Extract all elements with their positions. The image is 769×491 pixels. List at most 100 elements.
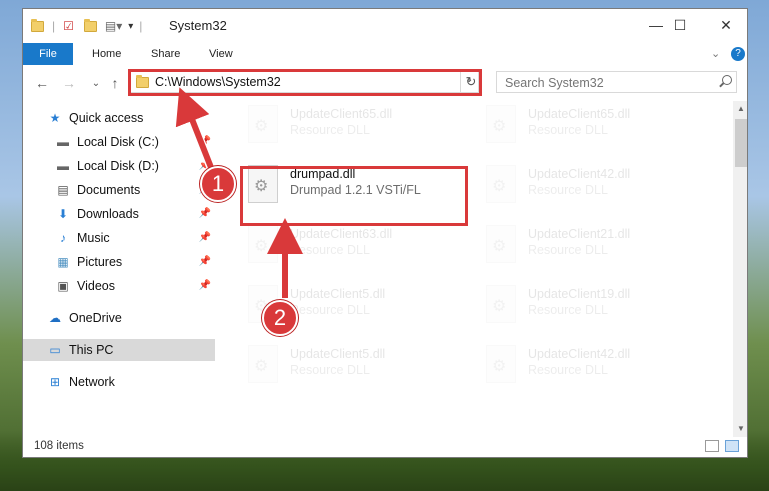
recent-locations-button[interactable]: ⌄ — [86, 73, 106, 93]
tab-file[interactable]: File — [23, 43, 73, 65]
file-name: UpdateClient19.dll — [528, 287, 631, 301]
details-view-icon[interactable] — [705, 440, 719, 452]
up-button[interactable]: ↑ — [105, 73, 125, 93]
sidebar-item-label: Local Disk (C:) — [77, 135, 159, 149]
quick-access-toolbar: | ☑ ▤▾ ▾ | — [31, 17, 142, 35]
sidebar-item-pictures[interactable]: ▦ Pictures 📌 — [23, 251, 215, 273]
sidebar-item-label: Documents — [77, 183, 141, 197]
sidebar-item-onedrive[interactable]: ☁ OneDrive — [23, 307, 215, 329]
search-input[interactable] — [503, 73, 707, 93]
dll-file-icon — [486, 345, 516, 383]
star-icon: ★ — [49, 111, 61, 125]
tab-view[interactable]: View — [209, 43, 233, 65]
scroll-down-icon[interactable]: ▼ — [733, 421, 747, 437]
scroll-up-icon[interactable]: ▲ — [733, 101, 747, 117]
file-description: Resource DLL — [528, 183, 608, 197]
sidebar-item-music[interactable]: ♪ Music 📌 — [23, 227, 215, 249]
help-icon[interactable]: ? — [731, 47, 745, 61]
sidebar-item-documents[interactable]: ▤ Documents 📌 — [23, 179, 215, 201]
tab-share[interactable]: Share — [151, 43, 180, 65]
sidebar-item-downloads[interactable]: ⬇ Downloads 📌 — [23, 203, 215, 225]
status-bar: 108 items — [23, 437, 747, 457]
dll-file-icon — [248, 345, 278, 383]
file-item[interactable]: UpdateClient42.dll Resource DLL — [480, 341, 700, 391]
sidebar-item-network[interactable]: ⊞ Network — [23, 371, 215, 393]
vertical-scrollbar[interactable]: ▲ ▼ — [733, 101, 747, 437]
ribbon-tabs: File Home Share View ⌄ ? — [23, 43, 747, 65]
videos-icon: ▣ — [57, 279, 69, 293]
documents-icon: ▤ — [57, 183, 69, 197]
sidebar-item-label: Music — [77, 231, 110, 245]
toolbar-separator-2: | — [139, 19, 143, 33]
tab-home[interactable]: Home — [92, 43, 121, 65]
dll-file-icon — [486, 165, 516, 203]
computer-icon: ▭ — [49, 343, 61, 357]
address-bar-highlight — [128, 69, 482, 96]
file-highlight — [240, 166, 468, 226]
dll-file-icon — [486, 285, 516, 323]
sidebar-item-label: This PC — [69, 343, 114, 357]
pictures-icon: ▦ — [57, 255, 69, 269]
title-bar: | ☑ ▤▾ ▾ | System32 — ☐ ✕ — [23, 9, 747, 43]
sidebar-item-label: Pictures — [77, 255, 123, 269]
file-name: UpdateClient63.dll — [290, 227, 393, 241]
file-item[interactable]: UpdateClient19.dll Resource DLL — [480, 281, 700, 331]
back-button[interactable]: ← — [32, 73, 52, 93]
sidebar-item-label: Network — [69, 375, 115, 389]
folder-icon — [31, 18, 44, 32]
file-description: Resource DLL — [290, 123, 370, 137]
sidebar-item-videos[interactable]: ▣ Videos 📌 — [23, 275, 215, 297]
tiles-view-icon[interactable] — [725, 440, 739, 452]
window-title: System32 — [169, 18, 227, 33]
file-description: Resource DLL — [290, 363, 370, 377]
file-item[interactable]: UpdateClient63.dll Resource DLL — [242, 221, 462, 271]
drive-icon: ▬ — [57, 159, 69, 173]
file-list: UpdateClient65.dll Resource DLL UpdateCl… — [238, 101, 732, 437]
search-icon[interactable] — [722, 75, 732, 85]
file-description: Resource DLL — [528, 303, 608, 317]
file-item[interactable]: UpdateClient65.dll Resource DLL — [242, 101, 462, 151]
properties-icon[interactable]: ☑ — [63, 19, 74, 33]
sidebar-item-label: Downloads — [77, 207, 139, 221]
dll-file-icon — [486, 105, 516, 143]
dll-file-icon — [248, 225, 278, 263]
network-icon: ⊞ — [49, 375, 61, 389]
pin-icon: 📌 — [198, 256, 211, 267]
sidebar-item-local-disk-c[interactable]: ▬ Local Disk (C:) 📌 — [23, 131, 215, 153]
scrollbar-thumb[interactable] — [735, 119, 747, 167]
sidebar-item-local-disk-d[interactable]: ▬ Local Disk (D:) 📌 — [23, 155, 215, 177]
file-name: UpdateClient42.dll — [528, 347, 631, 361]
sidebar-item-this-pc[interactable]: ▭ This PC — [23, 339, 215, 361]
dll-file-icon — [486, 225, 516, 263]
file-item[interactable]: UpdateClient65.dll Resource DLL — [480, 101, 700, 151]
expand-ribbon-icon[interactable]: ⌄ — [711, 43, 720, 65]
sidebar-item-label: Quick access — [69, 111, 144, 125]
file-item[interactable]: UpdateClient21.dll Resource DLL — [480, 221, 700, 271]
file-item[interactable]: UpdateClient5.dll Resource DLL — [242, 341, 462, 391]
pin-icon: 📌 — [198, 136, 211, 147]
customize-toolbar-icon[interactable]: ▤▾ — [105, 19, 122, 33]
close-button[interactable]: ✕ — [703, 9, 747, 41]
search-box[interactable] — [496, 71, 737, 93]
file-description: Resource DLL — [528, 123, 608, 137]
file-description: Resource DLL — [528, 243, 608, 257]
file-name: UpdateClient5.dll — [290, 347, 386, 361]
sidebar-item-quick-access[interactable]: ★ Quick access — [23, 107, 215, 129]
new-folder-icon[interactable] — [83, 18, 97, 32]
file-item[interactable]: UpdateClient42.dll Resource DLL — [480, 161, 700, 211]
drive-icon: ▬ — [57, 135, 69, 149]
maximize-button[interactable]: ☐ — [657, 9, 703, 41]
sidebar-item-label: OneDrive — [69, 311, 122, 325]
toolbar-dropdown-icon[interactable]: ▾ — [128, 21, 133, 32]
item-count: 108 items — [34, 440, 84, 452]
forward-button[interactable]: → — [59, 73, 79, 93]
file-name: UpdateClient65.dll — [290, 107, 393, 121]
file-description: Resource DLL — [290, 243, 370, 257]
step-marker-1: 1 — [200, 166, 236, 202]
step-marker-2: 2 — [262, 300, 298, 336]
pin-icon: 📌 — [198, 232, 211, 243]
file-name: UpdateClient65.dll — [528, 107, 631, 121]
pin-icon: 📌 — [198, 280, 211, 291]
music-icon: ♪ — [60, 231, 66, 245]
dll-file-icon — [248, 105, 278, 143]
